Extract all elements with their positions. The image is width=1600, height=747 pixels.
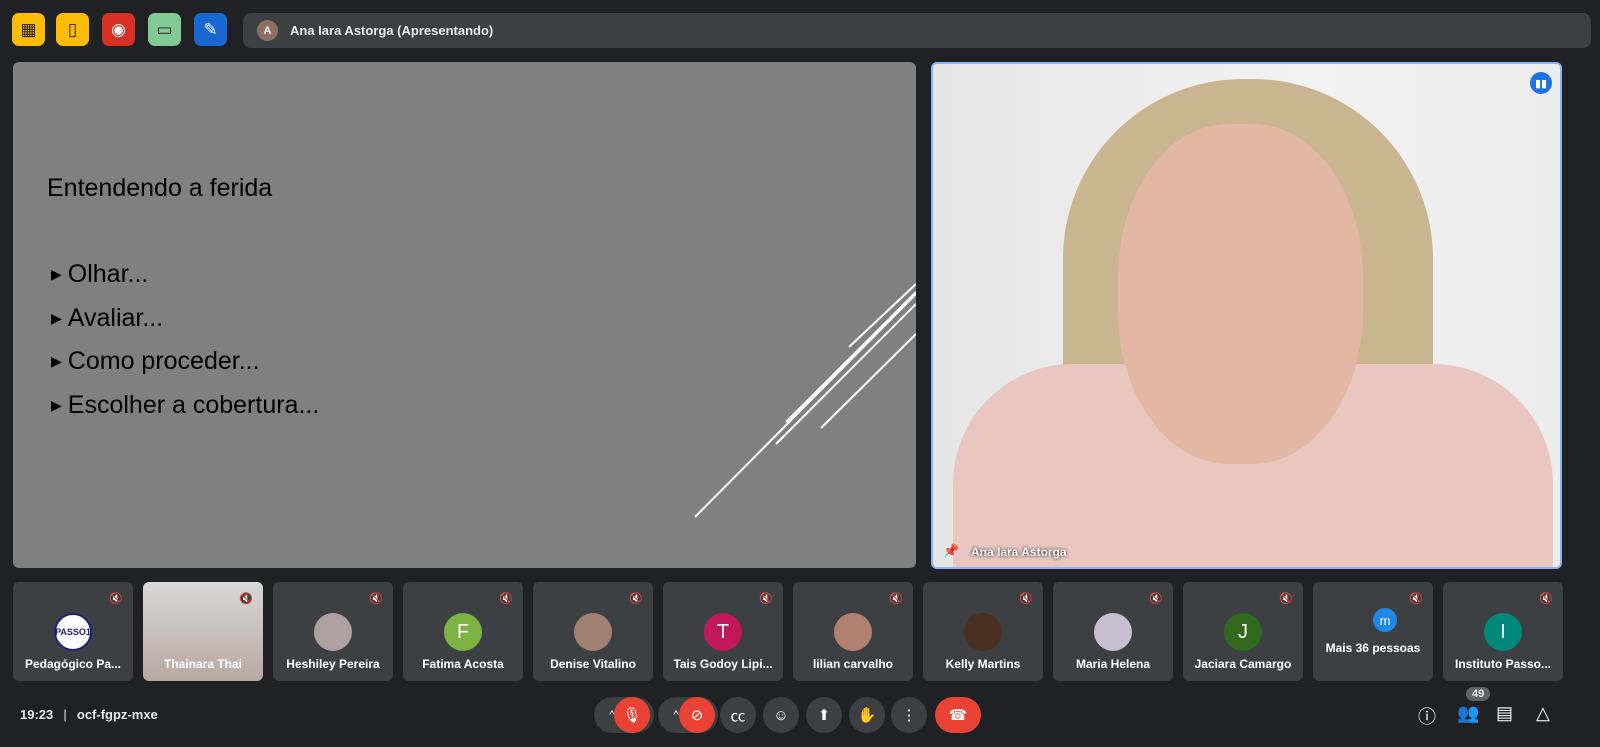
avatar [574,613,612,651]
avatar: A [257,20,278,41]
participant-name: Thainara Thai [163,657,243,671]
speaking-icon: ▮▮ [1530,72,1552,94]
clock: 19:23 [20,706,54,722]
participant-name: lilian carvalho [812,657,894,671]
mic-off-icon: 🔇 [369,593,383,605]
pin-icon[interactable]: 📌 [943,543,959,559]
presenting-banner[interactable]: A Ana Iara Astorga (Apresentando) [243,13,1591,48]
participant-name: Pedagógico Pa... [24,657,122,671]
present-screen-icon[interactable]: ⬆ [806,697,842,733]
avatar: I [1484,613,1522,651]
participant-tile[interactable]: 🔇 Kelly Martins [923,582,1043,681]
avatar: PASSO1 [54,613,92,651]
participant-name: Kelly Martins [945,657,1021,671]
participant-name: Fatima Acosta [422,657,504,671]
hide-icon[interactable]: ▦ [12,13,45,46]
avatar [964,613,1002,651]
mic-off-icon: 🔇 [1409,593,1423,605]
mic-off-icon: 🔇 [109,593,123,605]
mic-off-icon: 🔇 [629,593,643,605]
participant-tile[interactable]: 🔇 F Fatima Acosta [403,582,523,681]
video-name: Ana Iara Astorga [971,545,1067,559]
presenting-label: Ana Iara Astorga (Apresentando) [290,23,494,38]
participant-name: Mais 36 pessoas [1325,641,1421,655]
participant-tile[interactable]: 🔇 J Jaciara Camargo [1183,582,1303,681]
avatar: m [1373,608,1397,632]
mic-off-icon[interactable]: 🎙 [614,697,650,733]
participant-name: Tais Godoy Lipi... [673,657,773,671]
people-icon[interactable]: 👥 [1457,703,1479,724]
mic-off-icon: 🔇 [239,593,253,605]
participant-name: Maria Helena [1075,657,1151,671]
activities-icon[interactable]: △ [1536,703,1550,724]
participant-tile[interactable]: 🔇 Heshiley Pereira [273,582,393,681]
avatar: J [1224,613,1262,651]
avatar [314,613,352,651]
avatar [1094,613,1132,651]
avatar: T [704,613,742,651]
meeting-info: 19:23 | ocf-fgpz-mxe [20,706,158,722]
devices-icon[interactable]: ▭ [148,13,181,46]
participant-tile[interactable]: 🔇 Maria Helena [1053,582,1173,681]
participant-tile[interactable]: 🔇 Thainara Thai [143,582,263,681]
participant-tile[interactable]: 🔇 lilian carvalho [793,582,913,681]
mic-off-icon: 🔇 [499,593,513,605]
slide-decoration-lines [694,283,916,518]
leave-call-button[interactable]: ☎ [935,697,981,733]
participant-count-badge: 49 [1466,687,1491,701]
presentation-slide: Entendendo a ferida ▶ Olhar... ▶ Avaliar..… [13,62,916,568]
mic-off-icon: 🔇 [1539,593,1553,605]
info-icon[interactable]: ⓘ [1418,703,1436,729]
camera-off-icon[interactable]: ⊘ [679,697,715,733]
mic-off-icon: 🔇 [1019,593,1033,605]
presenter-video[interactable]: ▮▮ 📌 Ana Iara Astorga [931,62,1562,569]
participant-tile[interactable]: 🔇 I Instituto Passo... [1443,582,1563,681]
participant-name: Denise Vitalino [550,657,636,671]
mic-off-icon: 🔇 [759,593,773,605]
participant-tile[interactable]: 🔇 m Mais 36 pessoas [1313,582,1433,681]
participant-tile[interactable]: 🔇 PASSO1 Pedagógico Pa... [13,582,133,681]
participant-name: Instituto Passo... [1454,657,1551,671]
record-icon[interactable]: ◉ [102,13,135,46]
participant-tile[interactable]: 🔇 T Tais Godoy Lipi... [663,582,783,681]
avatar [834,613,872,651]
participant-name: Jaciara Camargo [1194,657,1292,671]
emoji-icon[interactable]: ☺ [763,697,799,733]
raise-hand-icon[interactable]: ✋ [849,697,885,733]
chat-icon[interactable]: ▤ [1496,703,1513,724]
whiteboard-icon[interactable]: ✎ [194,13,227,46]
captions-icon[interactable]: ㏄ [720,697,756,733]
participant-name: Heshiley Pereira [286,657,380,671]
mic-off-icon: 🔇 [1149,593,1163,605]
mic-off-icon: 🔇 [1279,593,1293,605]
more-options-icon[interactable]: ⋮ [891,697,927,733]
door-icon[interactable]: ▯ [56,13,89,46]
meeting-code: ocf-fgpz-mxe [76,706,158,722]
participant-tile[interactable]: 🔇 Denise Vitalino [533,582,653,681]
avatar: F [444,613,482,651]
mic-off-icon: 🔇 [889,593,903,605]
